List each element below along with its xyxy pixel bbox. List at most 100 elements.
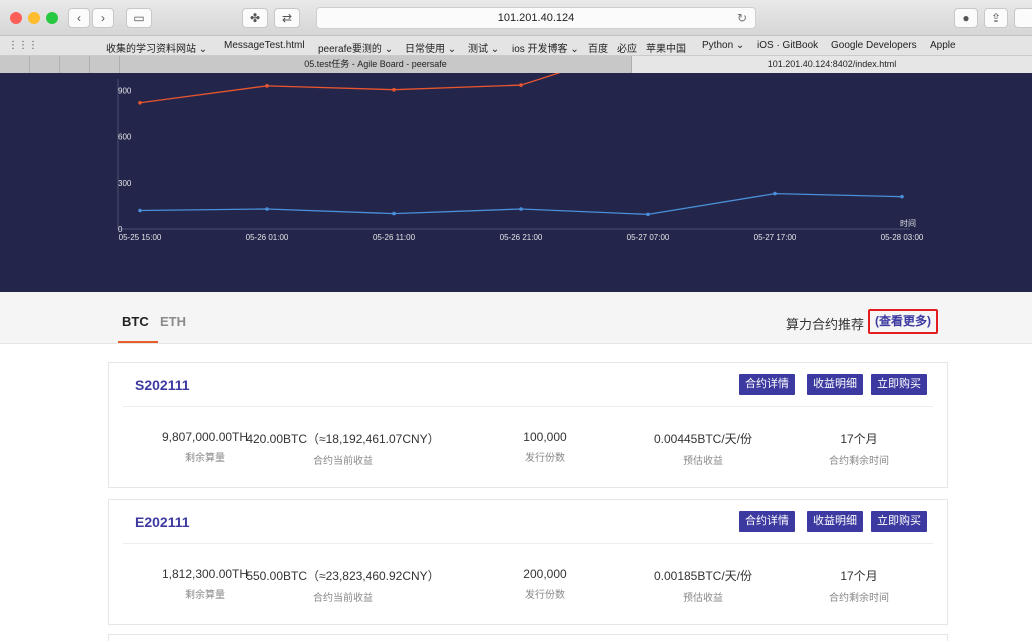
bookmark-item[interactable]: 测试 ⌄: [468, 40, 499, 55]
address-bar[interactable]: 101.201.40.124 ↻: [316, 7, 756, 29]
contract-card: S202111 合约详情 收益明细 立即购买 9,807,000.00TH 剩余…: [108, 362, 948, 488]
tab-btc[interactable]: BTC: [122, 314, 149, 329]
data-point: [900, 194, 904, 199]
stat-value: 17个月: [840, 432, 878, 446]
close-window-button[interactable]: [10, 12, 22, 24]
bookmark-item[interactable]: ios 开发博客 ⌄: [512, 40, 579, 55]
stat-remaining-time: 17个月 合约剩余时间: [759, 430, 959, 467]
view-more-link[interactable]: (查看更多): [868, 309, 938, 334]
data-point: [138, 208, 142, 213]
minimize-window-button[interactable]: [28, 12, 40, 24]
tab-switch-button[interactable]: ⇄: [274, 8, 300, 28]
new-tab-button[interactable]: [1014, 8, 1032, 28]
active-tab-underline: [118, 341, 158, 343]
browser-window: ‹ › ▭ ✤ ⇄ 101.201.40.124 ↻ ● ⇪ ⋮⋮⋮ 收集的学习…: [0, 0, 1032, 641]
recommend-label: 算力合约推荐: [786, 317, 865, 332]
stat-label: 合约当前收益: [313, 593, 373, 604]
data-point: [265, 207, 269, 211]
stat-value: 550.00BTC（≈23,823,460.92CNY）: [246, 569, 440, 583]
x-axis-label: 时间: [900, 218, 916, 228]
download-icon: ●: [962, 11, 970, 25]
bookmark-item[interactable]: Apple: [930, 40, 956, 51]
bookmark-item[interactable]: 必应: [617, 40, 637, 55]
sidebar-icon: ▭: [133, 11, 145, 25]
share-icon: ⇪: [990, 11, 1002, 25]
data-point: [392, 211, 396, 216]
x-tick-label: 05-27 17:00: [754, 233, 797, 242]
pinned-tab[interactable]: [90, 56, 120, 73]
data-point: [265, 84, 269, 88]
bookmark-item[interactable]: MessageTest.html: [224, 40, 305, 51]
x-tick-label: 05-28 03:00: [881, 233, 924, 242]
bookmark-item[interactable]: 苹果中国: [646, 40, 686, 55]
reload-icon[interactable]: ↻: [737, 8, 747, 28]
bookmark-item[interactable]: 日常使用 ⌄: [405, 40, 456, 55]
forward-button[interactable]: ›: [92, 8, 114, 28]
tab-title: 05.test任务 - Agile Board - peersafe: [304, 59, 447, 69]
x-tick-label: 05-26 21:00: [500, 233, 543, 242]
back-button[interactable]: ‹: [68, 8, 90, 28]
hashrate-chart: 900 600 300 0 05-25 15:00 05-26 01:00 05-26 11…: [0, 73, 1032, 292]
card-header: E202111 合约详情 收益明细 立即购买: [123, 500, 933, 544]
data-point: [138, 100, 142, 105]
extension-button[interactable]: ✤: [242, 8, 268, 28]
zoom-window-button[interactable]: [46, 12, 58, 24]
downloads-button[interactable]: ●: [954, 8, 978, 28]
chart-svg: 900600300005-25 15:00 05-26 01:00 05-26 11…: [117, 73, 924, 242]
extension-icon: ✤: [249, 11, 261, 25]
contract-title[interactable]: E202111: [135, 514, 190, 530]
y-tick-label: 900: [118, 86, 132, 95]
tab-index[interactable]: 101.201.40.124:8402/index.html: [632, 56, 1032, 73]
buy-now-button[interactable]: 立即购买: [871, 374, 927, 395]
stat-label: 合约剩余时间: [829, 593, 889, 604]
tab-agile-board[interactable]: 05.test任务 - Agile Board - peersafe: [120, 56, 632, 73]
stat-label: 合约剩余时间: [829, 456, 889, 467]
contract-details-button[interactable]: 合约详情: [739, 374, 795, 395]
earnings-details-button[interactable]: 收益明细: [807, 374, 863, 395]
series-line-0: [139, 73, 561, 104]
chevron-left-icon: ‹: [77, 11, 81, 25]
bookmark-item[interactable]: peerafe要测的 ⌄: [318, 40, 393, 55]
stat-label: 合约当前收益: [313, 456, 373, 467]
earnings-details-button[interactable]: 收益明细: [807, 511, 863, 532]
card-header: S202111 合约详情 收益明细 立即购买: [123, 363, 933, 407]
bookmark-item[interactable]: Google Developers: [831, 40, 917, 51]
contract-title[interactable]: S202111: [135, 377, 190, 393]
stat-remaining-time: 17个月 合约剩余时间: [759, 567, 959, 604]
stat-value: 17个月: [840, 569, 878, 583]
contract-card-partial: [108, 634, 948, 641]
tab-bar: 05.test任务 - Agile Board - peersafe 101.2…: [0, 56, 1032, 73]
x-tick-label: 05-26 11:00: [373, 233, 416, 242]
sidebar-button[interactable]: ▭: [126, 8, 152, 28]
y-tick-label: 300: [118, 179, 132, 188]
stat-value: 420.00BTC（≈18,192,461.07CNY）: [246, 432, 440, 446]
bookmark-item[interactable]: iOS · GitBook: [757, 40, 818, 51]
bookmark-item[interactable]: Python ⌄: [702, 40, 744, 51]
pinned-tab[interactable]: [0, 56, 30, 73]
pinned-tab[interactable]: [30, 56, 60, 73]
y-tick-label: 600: [118, 133, 132, 142]
data-point: [392, 87, 396, 92]
x-tick-label: 05-26 01:00: [246, 233, 289, 242]
bookmarks-bar: ⋮⋮⋮ 收集的学习资料网站 ⌄ MessageTest.html peerafe…: [0, 36, 1032, 56]
series-line-1: [139, 192, 903, 216]
grid-icon[interactable]: ⋮⋮⋮: [8, 40, 38, 51]
stat-current-earnings: 420.00BTC（≈18,192,461.07CNY） 合约当前收益: [223, 430, 463, 467]
data-point: [519, 83, 523, 87]
coin-subnav: BTC ETH 算力合约推荐 (查看更多): [0, 292, 1032, 344]
x-tick-label: 05-25 15:00: [119, 233, 162, 242]
x-tick-label: 05-27 07:00: [627, 233, 670, 242]
contract-details-button[interactable]: 合约详情: [739, 511, 795, 532]
stat-current-earnings: 550.00BTC（≈23,823,460.92CNY） 合约当前收益: [223, 567, 463, 604]
url-text: 101.201.40.124: [497, 12, 575, 24]
title-bar: ‹ › ▭ ✤ ⇄ 101.201.40.124 ↻ ● ⇪: [0, 0, 1032, 36]
bookmark-item[interactable]: 收集的学习资料网站 ⌄: [106, 40, 207, 55]
contract-card: E202111 合约详情 收益明细 立即购买 1,812,300.00TH 剩余…: [108, 499, 948, 625]
tab-title: 101.201.40.124:8402/index.html: [767, 59, 897, 69]
tab-eth[interactable]: ETH: [160, 314, 186, 329]
data-point: [773, 191, 777, 196]
pinned-tab[interactable]: [60, 56, 90, 73]
buy-now-button[interactable]: 立即购买: [871, 511, 927, 532]
bookmark-item[interactable]: 百度: [588, 40, 608, 55]
share-button[interactable]: ⇪: [984, 8, 1008, 28]
